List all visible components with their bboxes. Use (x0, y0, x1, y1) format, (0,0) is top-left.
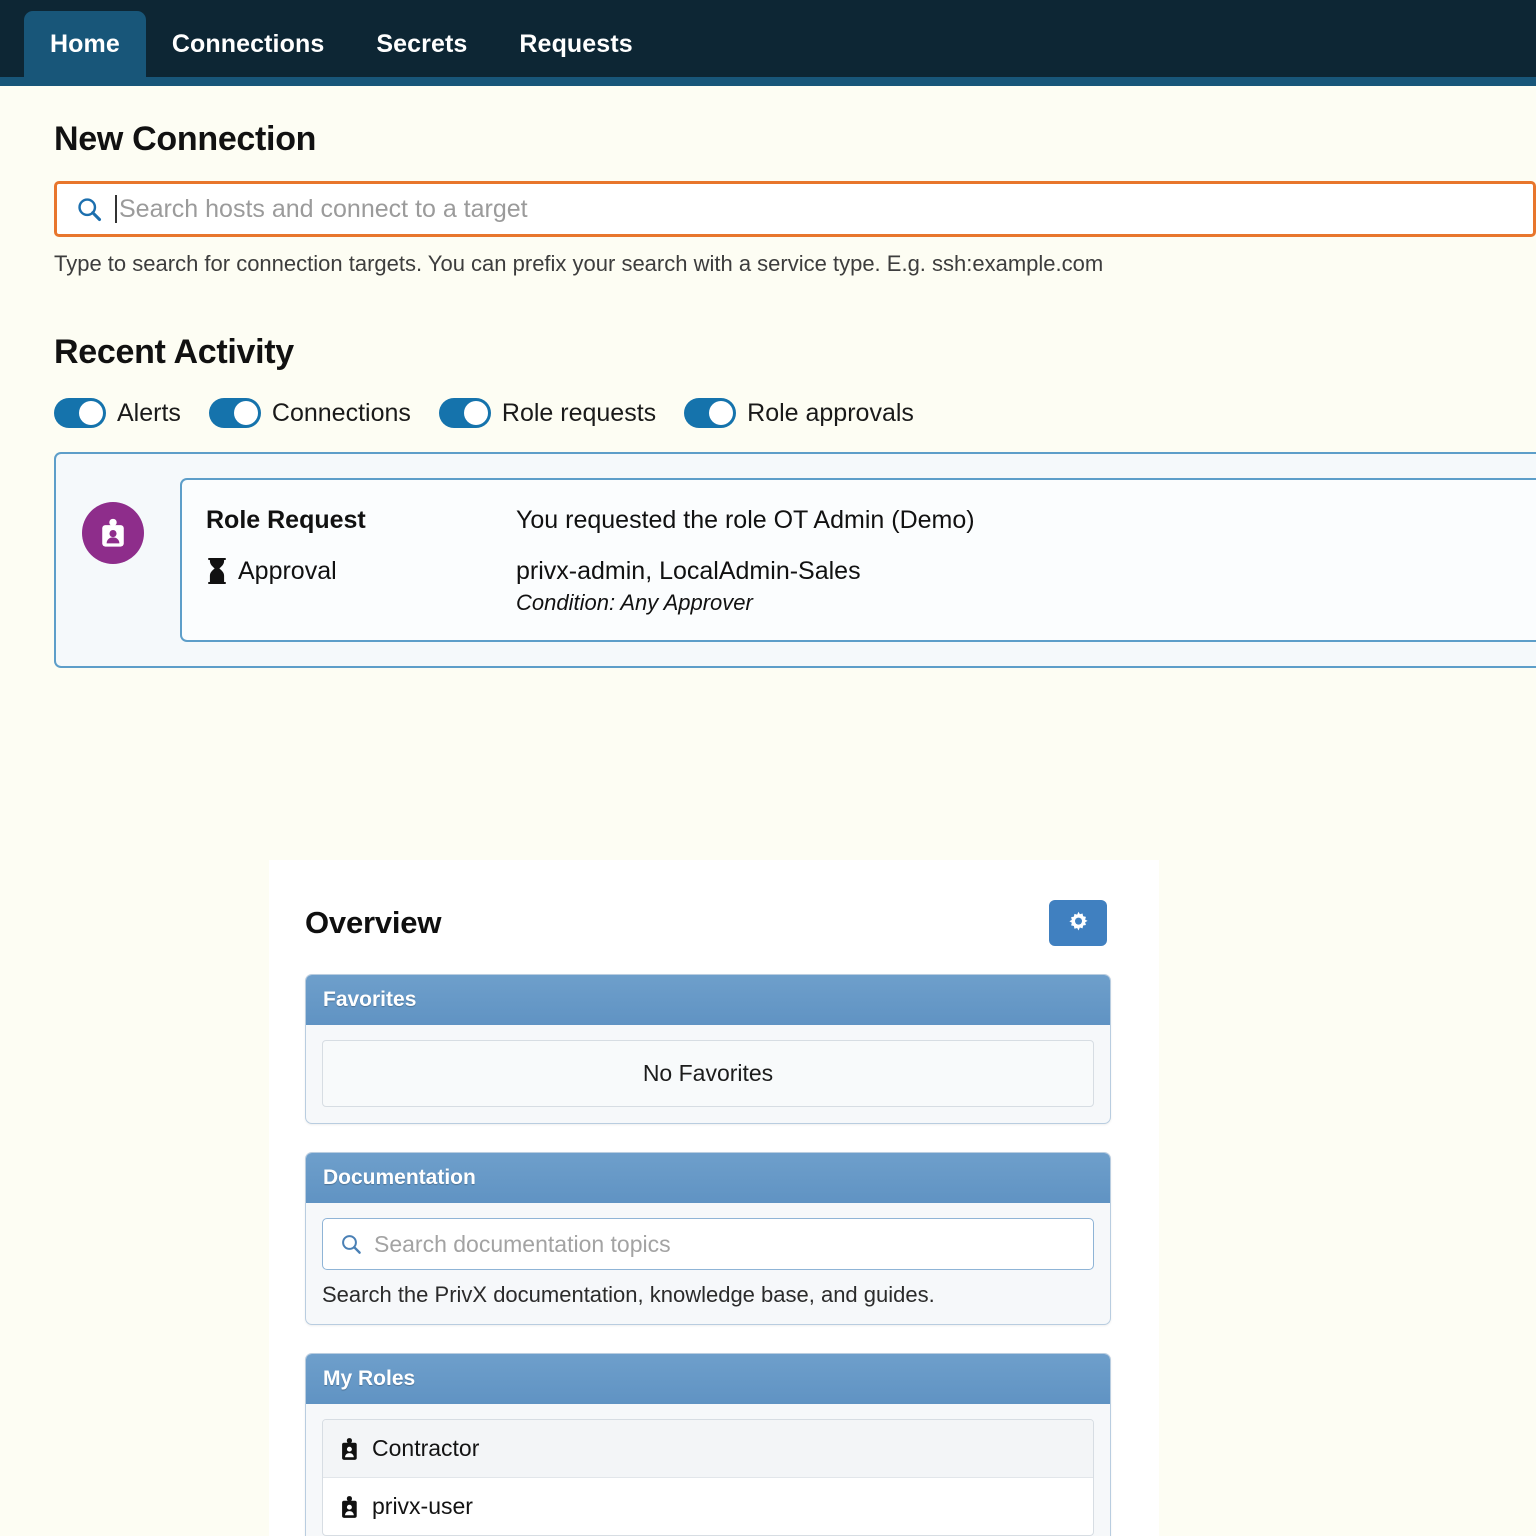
overview-settings-button[interactable] (1049, 900, 1107, 946)
hourglass-icon (206, 558, 228, 584)
activity-type-label: Role Request (206, 506, 366, 534)
documentation-widget-body: Search the PrivX documentation, knowledg… (306, 1203, 1110, 1324)
role-name: Contractor (372, 1435, 480, 1461)
main-content: New Connection Type to search for connec… (0, 120, 1536, 1536)
documentation-widget-title: Documentation (306, 1153, 1110, 1203)
search-input[interactable] (119, 184, 1533, 234)
filter-label-role-requests: Role requests (501, 398, 657, 427)
top-navigation-bar: Home Connections Secrets Requests (0, 0, 1536, 86)
filter-label-role-approvals: Role approvals (747, 398, 914, 427)
toggle-switch-alerts[interactable] (54, 398, 106, 428)
new-connection-heading: New Connection (54, 120, 317, 158)
tab-secrets[interactable]: Secrets (350, 11, 493, 77)
activity-condition: Condition: Any Approver (516, 589, 753, 615)
id-badge-icon (340, 1495, 359, 1519)
activity-status-label: Approval (238, 556, 337, 585)
favorites-widget-title: Favorites (306, 975, 1110, 1025)
activity-filter-toggles: Alerts Connections Role requests Role ap… (54, 398, 1536, 428)
filter-toggle-role-approvals[interactable]: Role approvals (684, 398, 914, 428)
toggle-switch-role-approvals[interactable] (684, 398, 737, 428)
role-list-item[interactable]: Contractor (323, 1420, 1093, 1478)
overview-header: Overview (305, 900, 1111, 946)
tab-requests[interactable]: Requests (493, 11, 658, 77)
recent-activity-heading: Recent Activity (54, 333, 294, 371)
favorites-widget: Favorites No Favorites (305, 974, 1111, 1124)
toggle-switch-connections[interactable] (208, 398, 261, 428)
toggle-switch-role-requests[interactable] (438, 398, 491, 428)
id-badge-icon (82, 502, 144, 564)
text-caret (115, 195, 117, 223)
search-hint-text: Type to search for connection targets. Y… (54, 251, 1104, 276)
activity-row[interactable]: Role Request Approval You requested the … (180, 478, 1536, 642)
filter-label-alerts: Alerts (117, 398, 181, 427)
role-list-item[interactable]: privx-user (323, 1478, 1093, 1535)
id-badge-icon (340, 1437, 359, 1461)
documentation-widget: Documentation Search the PrivX documenta… (305, 1152, 1111, 1325)
tab-connections[interactable]: Connections (146, 11, 351, 77)
tab-home[interactable]: Home (24, 11, 146, 77)
roles-list: Contractor privx-user (322, 1419, 1094, 1536)
documentation-search-box[interactable] (322, 1218, 1094, 1270)
recent-activity-panel: Role Request Approval You requested the … (54, 452, 1536, 668)
activity-status: Approval (206, 557, 516, 586)
documentation-hint-text: Search the PrivX documentation, knowledg… (322, 1282, 935, 1307)
search-icon (75, 195, 103, 223)
activity-details: You requested the role OT Admin (Demo) p… (516, 502, 1536, 616)
activity-description: You requested the role OT Admin (Demo) (516, 506, 975, 534)
my-roles-widget-body: Contractor privx-user (306, 1404, 1110, 1536)
overview-title: Overview (305, 905, 442, 940)
overview-panel: Overview Favorites No Favorites Document… (269, 860, 1159, 1536)
role-name: privx-user (372, 1493, 473, 1519)
filter-toggle-connections[interactable]: Connections (208, 398, 411, 428)
filter-toggle-alerts[interactable]: Alerts (54, 398, 181, 428)
favorites-empty-message: No Favorites (322, 1040, 1094, 1107)
my-roles-widget-title: My Roles (306, 1354, 1110, 1404)
host-search-box[interactable] (54, 181, 1536, 237)
favorites-widget-body: No Favorites (306, 1025, 1110, 1123)
search-icon (339, 1232, 363, 1256)
my-roles-widget: My Roles Contractor privx-user (305, 1353, 1111, 1536)
activity-approvers: privx-admin, LocalAdmin-Sales (516, 556, 861, 585)
filter-toggle-role-requests[interactable]: Role requests (438, 398, 657, 428)
filter-label-connections: Connections (271, 398, 411, 427)
activity-labels: Role Request Approval (206, 502, 516, 616)
documentation-search-input[interactable] (374, 1219, 1093, 1269)
gear-icon (1065, 910, 1092, 937)
